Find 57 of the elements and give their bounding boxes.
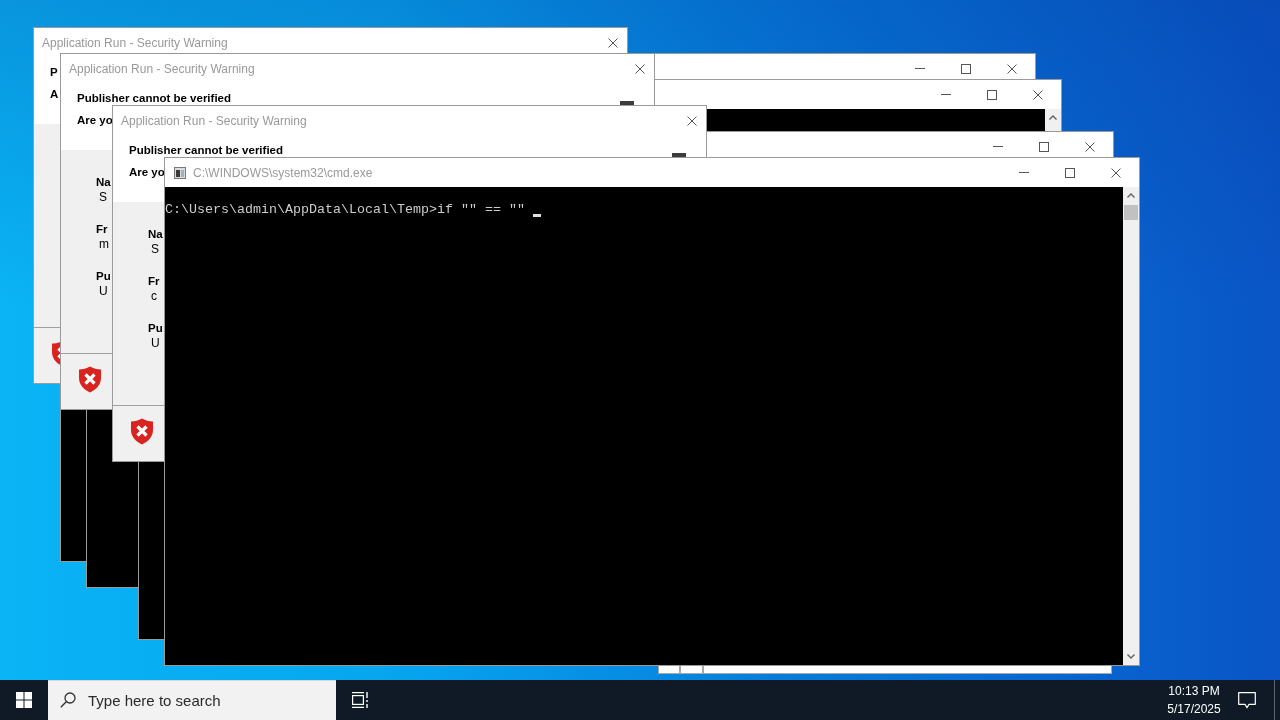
dialog-prompt: A <box>50 87 59 101</box>
field-label: Na <box>96 175 111 190</box>
dialog-heading: Publisher cannot be verified <box>77 91 231 105</box>
close-icon <box>1111 167 1121 178</box>
caret-up-icon <box>1127 193 1135 198</box>
field-value: S <box>99 190 107 205</box>
close-icon <box>687 115 697 126</box>
field-value: m <box>99 237 109 252</box>
clock-date: 5/17/2025 <box>1167 701 1221 717</box>
minimize-icon <box>1019 172 1029 173</box>
field-label: Pu <box>148 321 163 336</box>
field-label: Pu <box>96 269 111 284</box>
scrollbar-thumb[interactable] <box>1124 205 1138 220</box>
caret-down-icon <box>1127 654 1135 659</box>
shield-icon <box>130 418 154 445</box>
close-icon <box>1007 63 1017 74</box>
dialog-heading: Publisher cannot be verified <box>129 143 283 157</box>
clock-time: 10:13 PM <box>1168 683 1220 699</box>
window-title: Application Run - Security Warning <box>68 61 255 76</box>
window-title: Application Run - Security Warning <box>41 35 228 50</box>
minimize-icon <box>915 68 925 69</box>
window-title: C:\WINDOWS\system32\cmd.exe <box>192 165 373 180</box>
scrollbar[interactable] <box>1045 109 1061 131</box>
caret-up-icon <box>1049 115 1057 120</box>
field-value: S <box>151 242 159 257</box>
field-value: U <box>99 284 108 299</box>
speech-bubble-icon <box>1238 691 1256 709</box>
frames-icon <box>351 692 369 708</box>
field-label: Fr <box>96 222 108 237</box>
field-value: c <box>151 289 157 304</box>
minimize-icon <box>993 146 1003 147</box>
console-line: C:\Users\admin\AppData\Local\Temp>if "" == "" <box>165 202 525 218</box>
bar-mark <box>672 153 686 157</box>
search-icon <box>60 692 76 708</box>
dialog-prompt: Are yo <box>77 113 113 127</box>
shield-icon <box>78 366 102 393</box>
window-title: Application Run - Security Warning <box>120 113 307 128</box>
close-icon <box>1033 89 1043 100</box>
dialog-heading: P <box>50 65 58 79</box>
field-value: U <box>151 336 160 351</box>
maximize-icon <box>1039 141 1049 152</box>
close-icon <box>608 37 618 48</box>
close-icon <box>635 63 645 74</box>
field-label: Na <box>148 227 163 242</box>
search-field[interactable]: Type here to search <box>48 680 336 720</box>
console-icon <box>174 166 186 179</box>
field-label: Fr <box>148 274 160 289</box>
dialog-prompt: Are yo <box>129 165 165 179</box>
maximize-icon <box>1065 167 1075 178</box>
scrollbar[interactable] <box>1123 187 1139 665</box>
minimize-icon <box>941 94 951 95</box>
close-icon <box>1085 141 1095 152</box>
maximize-icon <box>987 89 997 100</box>
maximize-icon <box>961 63 971 74</box>
window-panes-icon <box>16 692 32 708</box>
bar-mark <box>620 101 634 105</box>
text-cursor <box>532 214 541 217</box>
